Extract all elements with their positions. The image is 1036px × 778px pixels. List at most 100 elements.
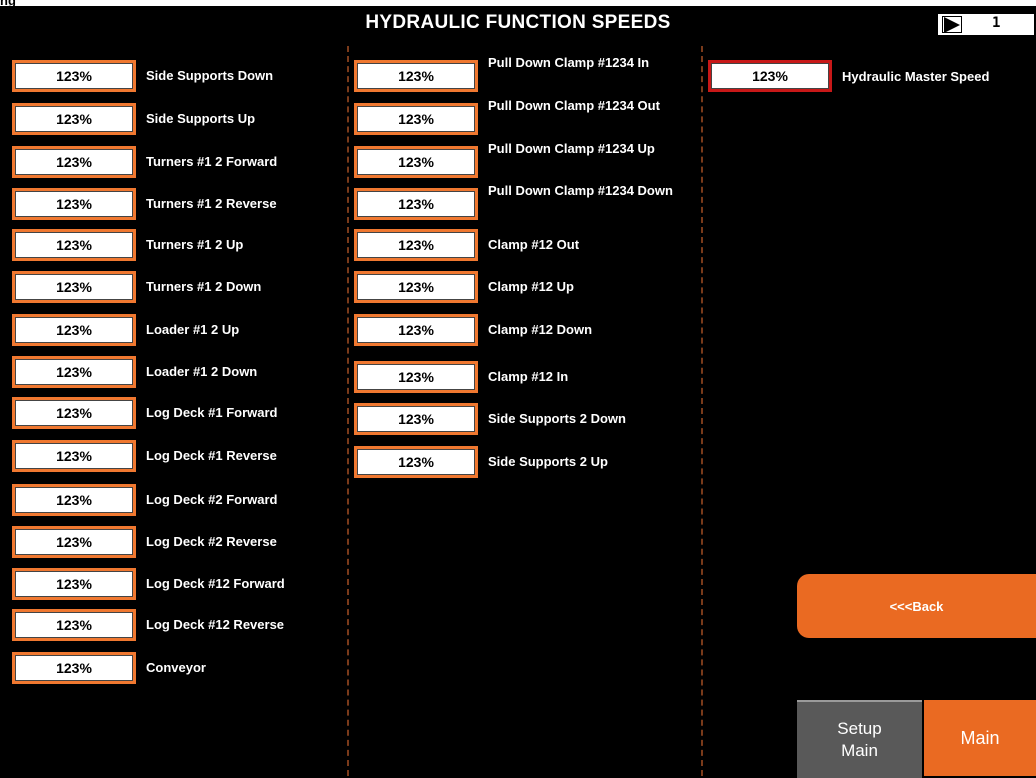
column-divider-right <box>701 46 703 776</box>
master-speed-value: 123% <box>711 63 829 89</box>
speed-row: 123% Side Supports 2 Up <box>354 446 684 478</box>
speed-label: Pull Down Clamp #1234 Down <box>488 183 673 198</box>
speed-row: 123% Clamp #12 Up <box>354 271 684 303</box>
speed-value: 123% <box>357 232 475 258</box>
speed-value: 123% <box>15 317 133 343</box>
speed-row: 123% Log Deck #1 Reverse <box>12 440 342 472</box>
speed-label: Turners #1 2 Up <box>146 237 244 252</box>
speed-row: 123% Turners #1 2 Forward <box>12 146 342 178</box>
speed-input[interactable]: 123% <box>12 103 136 135</box>
speed-value: 123% <box>15 655 133 681</box>
speed-value: 123% <box>15 106 133 132</box>
page-number: 1 <box>992 15 1001 31</box>
speed-value: 123% <box>15 443 133 469</box>
speed-input[interactable]: 123% <box>12 652 136 684</box>
speed-input[interactable]: 123% <box>354 146 478 178</box>
speed-row: 123% Turners #1 2 Reverse <box>12 188 342 220</box>
speed-row: 123% Log Deck #2 Forward <box>12 484 342 516</box>
speed-label: Turners #1 2 Reverse <box>146 196 277 211</box>
speed-value: 123% <box>357 191 475 217</box>
speed-input[interactable]: 123% <box>12 356 136 388</box>
speed-row: 123% Side Supports Up <box>12 103 342 135</box>
back-button[interactable]: <<<Back <box>797 574 1036 638</box>
speed-input[interactable]: 123% <box>12 271 136 303</box>
top-status-strip: ng <box>0 0 1036 8</box>
speed-row: 123% Side Supports Down <box>12 60 342 92</box>
speed-input[interactable]: 123% <box>354 271 478 303</box>
speed-input[interactable]: 123% <box>12 484 136 516</box>
speed-input[interactable]: 123% <box>12 314 136 346</box>
speed-label: Pull Down Clamp #1234 Out <box>488 98 660 113</box>
speed-value: 123% <box>15 149 133 175</box>
speed-input[interactable]: 123% <box>354 361 478 393</box>
speed-value: 123% <box>357 274 475 300</box>
speed-input[interactable]: 123% <box>12 397 136 429</box>
speed-row: 123% Log Deck #1 Forward <box>12 397 342 429</box>
speed-row: 123% Clamp #12 Out <box>354 229 684 261</box>
master-speed-input[interactable]: 123% <box>708 60 832 92</box>
master-speed-label: Hydraulic Master Speed <box>842 69 990 84</box>
speed-row: 123% Pull Down Clamp #1234 In <box>354 55 684 92</box>
column-divider-left <box>347 46 349 776</box>
speed-input[interactable]: 123% <box>12 440 136 472</box>
speed-value: 123% <box>15 612 133 638</box>
speed-label: Turners #1 2 Down <box>146 279 262 294</box>
play-arrow-icon <box>944 17 960 33</box>
speed-input[interactable]: 123% <box>12 229 136 261</box>
speed-input[interactable]: 123% <box>354 446 478 478</box>
speed-label: Side Supports Down <box>146 68 274 83</box>
setup-main-button[interactable]: Setup Main <box>797 700 922 778</box>
speed-row: 123% Loader #1 2 Up <box>12 314 342 346</box>
speed-row: 123% Pull Down Clamp #1234 Out <box>354 98 684 135</box>
page-navigator[interactable]: 1 <box>937 13 1035 36</box>
speed-value: 123% <box>357 364 475 390</box>
speed-input[interactable]: 123% <box>12 609 136 641</box>
speed-label: Conveyor <box>146 660 206 675</box>
speed-label: Clamp #12 Down <box>488 322 593 337</box>
speed-row: 123% Conveyor <box>12 652 342 684</box>
corner-label: ng <box>0 0 16 8</box>
speed-label: Log Deck #2 Reverse <box>146 534 277 549</box>
speed-label: Log Deck #1 Reverse <box>146 448 277 463</box>
speed-value: 123% <box>15 400 133 426</box>
speed-value: 123% <box>357 406 475 432</box>
speed-row: 123% Clamp #12 In <box>354 361 684 393</box>
speed-label: Log Deck #12 Reverse <box>146 617 285 632</box>
speed-label: Log Deck #12 Forward <box>146 576 285 591</box>
setup-main-line1: Setup <box>837 719 882 738</box>
speed-value: 123% <box>15 63 133 89</box>
speed-input[interactable]: 123% <box>354 314 478 346</box>
speed-value: 123% <box>15 232 133 258</box>
main-button[interactable]: Main <box>924 700 1036 776</box>
master-speed-row: 123% Hydraulic Master Speed <box>708 60 1036 92</box>
speed-row: 123% Clamp #12 Down <box>354 314 684 346</box>
speed-row: 123% Log Deck #12 Reverse <box>12 609 342 641</box>
speed-label: Clamp #12 Up <box>488 279 574 294</box>
speed-input[interactable]: 123% <box>354 103 478 135</box>
speed-input[interactable]: 123% <box>12 568 136 600</box>
speed-label: Side Supports 2 Down <box>488 411 626 426</box>
speed-input[interactable]: 123% <box>12 526 136 558</box>
speed-value: 123% <box>15 571 133 597</box>
speed-input[interactable]: 123% <box>354 188 478 220</box>
speed-input[interactable]: 123% <box>354 60 478 92</box>
speed-input[interactable]: 123% <box>12 188 136 220</box>
speed-input[interactable]: 123% <box>12 146 136 178</box>
speed-input[interactable]: 123% <box>12 60 136 92</box>
speed-label: Clamp #12 Out <box>488 237 580 252</box>
speed-row: 123% Turners #1 2 Down <box>12 271 342 303</box>
speed-row: 123% Side Supports 2 Down <box>354 403 684 435</box>
speed-input[interactable]: 123% <box>354 229 478 261</box>
speed-value: 123% <box>15 529 133 555</box>
speed-row: 123% Log Deck #2 Reverse <box>12 526 342 558</box>
speed-row: 123% Pull Down Clamp #1234 Down <box>354 183 684 220</box>
speed-label: Side Supports 2 Up <box>488 454 608 469</box>
speed-value: 123% <box>15 487 133 513</box>
speed-input[interactable]: 123% <box>354 403 478 435</box>
speed-value: 123% <box>15 191 133 217</box>
speed-value: 123% <box>357 317 475 343</box>
speed-label: Pull Down Clamp #1234 In <box>488 55 650 70</box>
speed-label: Side Supports Up <box>146 111 256 126</box>
setup-main-line2: Main <box>841 741 878 760</box>
speed-label: Turners #1 2 Forward <box>146 154 278 169</box>
